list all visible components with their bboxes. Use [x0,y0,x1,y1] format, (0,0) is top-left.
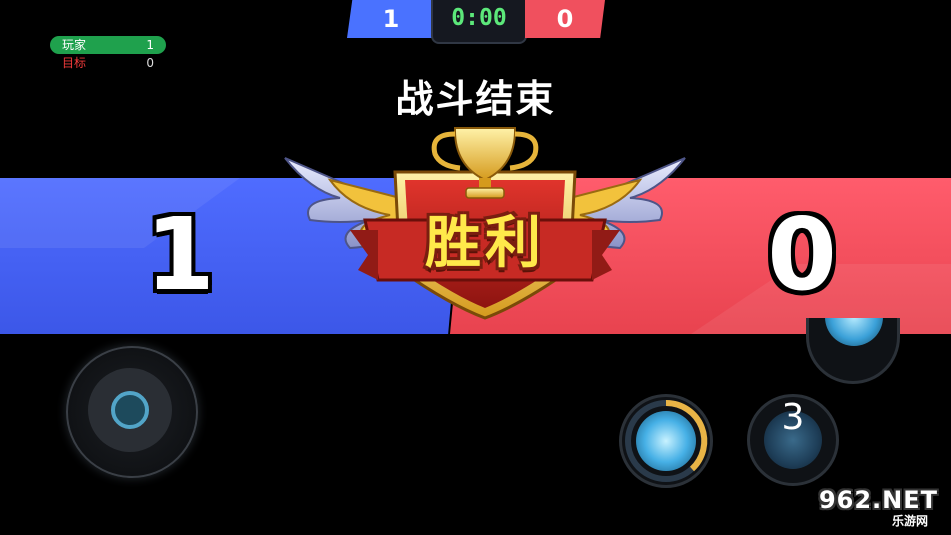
blue-final-score: 1 [145,196,215,313]
blue-team-score: 1 [347,0,435,38]
movement-joystick[interactable] [66,346,198,478]
stat-label: 玩家 [62,38,87,52]
victory-banner: 胜利 [425,211,545,276]
skill-button-cooldown[interactable]: 3 [747,394,839,486]
watermark-domain: 962.NET [818,486,939,514]
stat-row-player: 玩家 1 [50,36,166,54]
red-team-score: 0 [525,0,605,38]
player-stats: 玩家 1 目标 0 [50,36,166,72]
stat-value: 1 [146,38,154,52]
battle-end-title: 战斗结束 [395,77,556,121]
joystick-icon[interactable] [88,368,172,452]
skill-icon [636,411,696,471]
site-watermark: 962.NET 乐游网 [811,486,946,530]
skill-button-top[interactable] [806,318,900,384]
victory-emblem: 胜利 [280,120,690,330]
skill-button-main[interactable] [619,394,713,488]
skill-icon [825,318,883,346]
joystick-core [111,391,149,429]
watermark-sub: 乐游网 [891,514,928,528]
red-final-score: 0 [767,196,837,313]
scoreboard: 1 0:00 0 [347,0,605,44]
cooldown-count: 3 [781,397,805,438]
match-timer: 0:00 [431,0,527,44]
